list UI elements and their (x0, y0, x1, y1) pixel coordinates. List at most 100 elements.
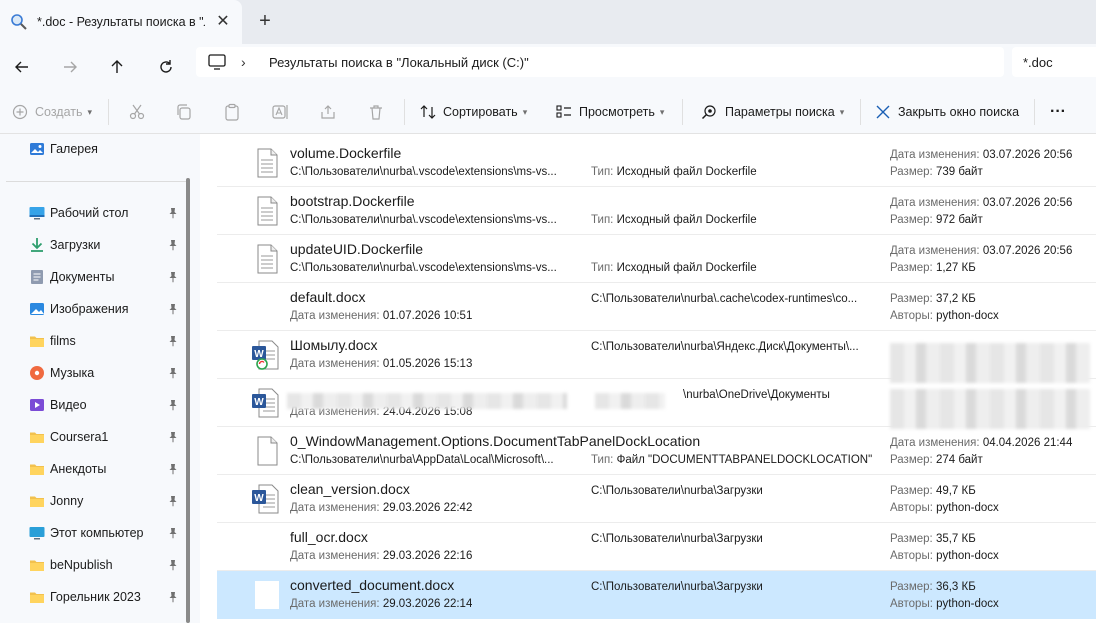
file-row[interactable]: converted_document.docx Дата изменения: 2… (217, 571, 1096, 619)
sidebar-divider (6, 181, 186, 182)
chevron-down-icon: ▾ (522, 106, 528, 117)
pin-icon[interactable] (167, 463, 179, 475)
sidebar-item-label: Jonny (50, 494, 84, 508)
close-search-button[interactable]: Закрыть окно поиска (875, 90, 1019, 134)
sidebar-item[interactable]: Рабочий стол (0, 198, 186, 228)
sidebar-scrollbar[interactable] (186, 178, 190, 623)
sidebar-item[interactable]: Этот компьютер (0, 518, 186, 548)
file-row[interactable]: 0_WindowManagement.Options.DocumentTabPa… (217, 427, 1096, 475)
file-modified: Дата изменения: 04.04.2026 21:44 (890, 437, 1073, 449)
sidebar-item-label: Горельник 2023 (50, 590, 141, 604)
file-path: C:\Пользователи\nurba\AppData\Local\Micr… (290, 454, 554, 466)
pin-icon[interactable] (167, 239, 179, 251)
search-options-button[interactable]: Параметры поиска ▾ (701, 90, 844, 134)
up-button[interactable] (102, 52, 132, 82)
rename-button[interactable] (271, 90, 296, 134)
toolbar-divider (404, 99, 405, 125)
forward-button[interactable] (55, 52, 85, 82)
pin-icon[interactable] (167, 559, 179, 571)
file-authors: Авторы: python-docx (890, 502, 999, 514)
back-button[interactable] (7, 52, 37, 82)
redacted-region (287, 393, 567, 409)
word-file-icon: W (251, 387, 283, 419)
pin-icon[interactable] (167, 303, 179, 315)
computer-icon (29, 525, 45, 541)
file-row[interactable]: volume.Dockerfile C:\Пользователи\nurba\.… (217, 139, 1096, 187)
pin-icon[interactable] (167, 527, 179, 539)
file-type: Тип: Исходный файл Dockerfile (591, 262, 757, 274)
sidebar-item[interactable]: Изображения (0, 294, 186, 324)
file-path: C:\Пользователи\nurba\Загрузки (591, 485, 763, 497)
pin-icon[interactable] (167, 271, 179, 283)
breadcrumb-chevron[interactable]: › (241, 54, 246, 70)
desktop-icon (29, 205, 45, 221)
sidebar-item[interactable]: Загрузки (0, 230, 186, 260)
toolbar-divider (108, 99, 109, 125)
delete-button[interactable] (367, 90, 392, 134)
sidebar-item[interactable]: Галерея (0, 134, 186, 164)
generic-file-icon (251, 195, 283, 227)
tab-title: *.doc - Результаты поиска в "Л (37, 15, 205, 29)
file-row[interactable]: bootstrap.Dockerfile C:\Пользователи\nurb… (217, 187, 1096, 235)
sidebar-item-label: Видео (50, 398, 87, 412)
chevron-down-icon: ▾ (659, 106, 665, 117)
view-label: Просмотреть (579, 105, 655, 119)
copy-button[interactable] (175, 90, 200, 134)
view-list-icon (556, 105, 571, 118)
file-row[interactable]: default.docx Дата изменения: 01.07.2026 1… (217, 283, 1096, 331)
pin-icon[interactable] (167, 367, 179, 379)
more-options-button[interactable]: ··· (1050, 90, 1066, 134)
file-modified: Дата изменения: 03.07.2026 20:56 (890, 197, 1073, 209)
file-name: updateUID.Dockerfile (290, 241, 424, 257)
video-icon (29, 397, 45, 413)
close-search-label: Закрыть окно поиска (898, 105, 1020, 119)
sidebar-item[interactable]: beNpublish (0, 550, 186, 580)
view-button[interactable]: Просмотреть ▾ (556, 90, 664, 134)
pin-icon[interactable] (167, 591, 179, 603)
sidebar-item[interactable]: Документы (0, 262, 186, 292)
breadcrumb-path[interactable]: Результаты поиска в "Локальный диск (C:)… (269, 55, 529, 70)
sort-label: Сортировать (443, 105, 518, 119)
sidebar-item[interactable]: Coursera1 (0, 422, 186, 452)
file-name: converted_document.docx (290, 577, 455, 593)
search-value: *.doc (1023, 55, 1053, 70)
sidebar-item[interactable]: Музыка (0, 358, 186, 388)
sidebar-item-label: Этот компьютер (50, 526, 144, 540)
paste-button[interactable] (223, 90, 248, 134)
arrow-left-icon (15, 61, 28, 73)
white-file-icon (251, 579, 283, 611)
tab-search-results[interactable]: *.doc - Результаты поиска в "Л ✕ (0, 0, 242, 44)
file-row[interactable]: Wclean_version.docx Дата изменения: 29.03… (217, 475, 1096, 523)
sidebar-item[interactable]: Видео (0, 390, 186, 420)
file-path: C:\Пользователи\nurba\Яндекс.Диск\Докуме… (591, 341, 859, 353)
close-tab-button[interactable]: ✕ (214, 13, 232, 31)
share-icon (321, 105, 335, 119)
arrow-right-icon (64, 61, 77, 73)
pin-icon[interactable] (167, 495, 179, 507)
word-file-icon: W (251, 483, 283, 515)
chevron-down-icon: ▾ (839, 106, 845, 117)
create-button[interactable]: Создать ▾ (12, 90, 92, 134)
cut-button[interactable] (128, 90, 153, 134)
file-size: Размер: 37,2 КБ (890, 293, 976, 305)
new-tab-button[interactable]: + (254, 11, 276, 33)
file-type: Тип: Исходный файл Dockerfile (591, 214, 757, 226)
sidebar-item[interactable]: Анекдоты (0, 454, 186, 484)
sidebar-item[interactable]: films (0, 326, 186, 356)
sidebar-item[interactable]: Jonny (0, 486, 186, 516)
sidebar-item-label: Музыка (50, 366, 95, 380)
pin-icon[interactable] (167, 207, 179, 219)
file-row[interactable]: full_ocr.docx Дата изменения: 29.03.2026 … (217, 523, 1096, 571)
pin-icon[interactable] (167, 431, 179, 443)
file-authors: Авторы: python-docx (890, 550, 999, 562)
pin-icon[interactable] (167, 335, 179, 347)
sidebar-item[interactable]: Горельник 2023 (0, 582, 186, 612)
pin-icon[interactable] (167, 399, 179, 411)
file-modified: Дата изменения: 01.05.2026 15:13 (290, 358, 473, 370)
search-options-label: Параметры поиска (725, 105, 835, 119)
share-button[interactable] (319, 90, 344, 134)
refresh-button[interactable] (151, 52, 181, 82)
sort-button[interactable]: Сортировать ▾ (420, 90, 527, 134)
downloads-icon (29, 237, 45, 253)
file-row[interactable]: updateUID.Dockerfile C:\Пользователи\nurb… (217, 235, 1096, 283)
